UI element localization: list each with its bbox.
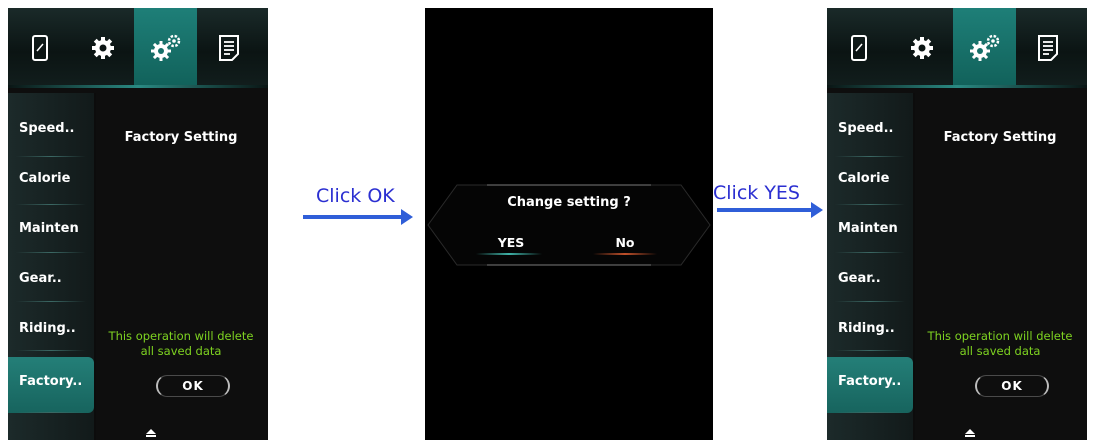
tab-document[interactable]: [1016, 8, 1079, 88]
tab-settings[interactable]: [890, 8, 953, 88]
arrow-right-icon: [717, 202, 823, 218]
sidebar-item-gear[interactable]: Gear..: [827, 250, 913, 302]
sidebar-item-calorie[interactable]: Calorie: [8, 153, 94, 205]
document-icon: [218, 35, 239, 61]
sidebar-item-factory[interactable]: Factory..: [827, 357, 913, 413]
gears-icon: [150, 34, 180, 61]
tab-advanced-settings[interactable]: [134, 8, 197, 88]
phone-icon: [850, 35, 867, 61]
sidebar-item-label: Calorie: [838, 171, 890, 186]
sidebar-item-label: Riding..: [838, 321, 895, 336]
yes-underline: [476, 253, 542, 255]
sidebar-item-label: Speed..: [19, 121, 75, 136]
document-icon: [1037, 35, 1058, 61]
settings-sidebar: Speed.. Calorie Mainten Gear.. Riding.. …: [8, 93, 96, 440]
warning-message: This operation will delete all saved dat…: [913, 329, 1087, 359]
sidebar-item-riding[interactable]: Riding..: [8, 299, 94, 351]
sidebar-item-label: Calorie: [19, 171, 71, 186]
warning-line-2: all saved data: [140, 344, 222, 358]
top-tab-bar: [827, 8, 1087, 88]
sidebar-item-label: Mainten: [838, 221, 898, 236]
ok-button[interactable]: OK: [975, 375, 1049, 397]
sidebar-item-label: Riding..: [19, 321, 76, 336]
tab-document[interactable]: [197, 8, 260, 88]
sidebar-item-speed[interactable]: Speed..: [827, 105, 913, 157]
warning-line-2: all saved data: [959, 344, 1041, 358]
confirm-dialog-screen: Change setting ? YES No: [425, 8, 713, 440]
yes-button[interactable]: YES: [486, 235, 536, 250]
dialog-title: Change setting ?: [507, 195, 631, 210]
scroll-up-icon[interactable]: [146, 429, 156, 437]
settings-screen-after: Speed.. Calorie Mainten Gear.. Riding.. …: [827, 8, 1087, 440]
ok-button[interactable]: OK: [156, 375, 230, 397]
sidebar-item-label: Speed..: [838, 121, 894, 136]
tab-phone[interactable]: [8, 8, 71, 88]
sidebar-item-label: Gear..: [19, 271, 62, 286]
tab-phone[interactable]: [827, 8, 890, 88]
tab-advanced-settings[interactable]: [953, 8, 1016, 88]
sidebar-item-label: Mainten: [19, 221, 79, 236]
scroll-up-icon[interactable]: [965, 429, 975, 437]
gear-icon: [91, 37, 114, 59]
step-label-click-ok: Click OK: [316, 185, 395, 207]
settings-screen-before: Speed.. Calorie Mainten Gear.. Riding.. …: [8, 8, 268, 440]
gear-icon: [910, 37, 933, 59]
settings-sidebar: Speed.. Calorie Mainten Gear.. Riding.. …: [827, 93, 915, 440]
sidebar-item-calorie[interactable]: Calorie: [827, 153, 913, 205]
tab-settings[interactable]: [71, 8, 134, 88]
no-underline: [593, 253, 657, 255]
step-label-click-yes: Click YES: [713, 182, 800, 204]
top-tab-bar: [8, 8, 268, 88]
sidebar-item-gear[interactable]: Gear..: [8, 250, 94, 302]
sidebar-item-label: Factory..: [19, 374, 83, 389]
warning-line-1: This operation will delete: [927, 329, 1073, 343]
arrow-right-icon: [303, 209, 413, 225]
panel-title: Factory Setting: [943, 130, 1057, 145]
no-button[interactable]: No: [605, 235, 645, 250]
sidebar-item-label: Factory..: [838, 374, 902, 389]
sidebar-item-riding[interactable]: Riding..: [827, 299, 913, 351]
gears-icon: [969, 34, 999, 61]
sidebar-item-speed[interactable]: Speed..: [8, 105, 94, 157]
warning-message: This operation will delete all saved dat…: [94, 329, 268, 359]
sidebar-item-mainten[interactable]: Mainten: [827, 201, 913, 253]
warning-line-1: This operation will delete: [108, 329, 254, 343]
panel-title: Factory Setting: [124, 130, 238, 145]
sidebar-item-label: Gear..: [838, 271, 881, 286]
phone-icon: [31, 35, 48, 61]
sidebar-item-mainten[interactable]: Mainten: [8, 201, 94, 253]
sidebar-item-factory[interactable]: Factory..: [8, 357, 94, 413]
